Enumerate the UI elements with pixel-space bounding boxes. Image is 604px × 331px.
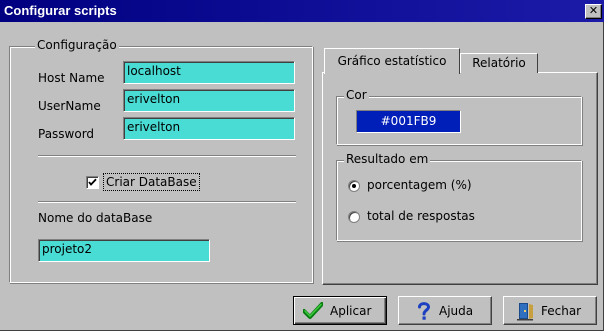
aplicar-label: Aplicar bbox=[330, 304, 372, 318]
configurar-scripts-dialog: Configurar scripts ✕ Configuração Host N… bbox=[0, 0, 604, 331]
radio-total-respostas[interactable]: total de respostas bbox=[348, 208, 508, 226]
radio-selected-dot bbox=[352, 184, 356, 188]
color-value: #001FB9 bbox=[380, 114, 437, 128]
fechar-button[interactable]: Fechar bbox=[503, 296, 597, 325]
window-title: Configurar scripts bbox=[4, 3, 117, 18]
radio-button[interactable] bbox=[348, 180, 360, 192]
tab-label: Gráfico estatístico bbox=[337, 54, 447, 68]
aplicar-button[interactable]: Aplicar bbox=[293, 296, 387, 325]
tab-grafico-estatistico[interactable]: Gráfico estatístico bbox=[324, 48, 460, 74]
radio-label: total de respostas bbox=[367, 209, 475, 223]
green-checkmark-icon bbox=[303, 302, 323, 319]
host-name-input[interactable]: localhost bbox=[123, 61, 295, 84]
fechar-label: Fechar bbox=[541, 304, 582, 318]
door-exit-icon bbox=[517, 303, 533, 321]
radio-label: porcentagem (%) bbox=[367, 178, 472, 192]
checkmark-icon bbox=[88, 178, 97, 186]
username-label: UserName bbox=[38, 99, 101, 113]
ajuda-button[interactable]: Ajuda bbox=[398, 296, 492, 325]
radio-button[interactable] bbox=[348, 211, 360, 223]
nome-database-label: Nome do dataBase bbox=[38, 211, 153, 225]
radio-porcentagem[interactable]: porcentagem (%) bbox=[348, 177, 508, 195]
resultado-group bbox=[336, 160, 582, 241]
question-mark-icon bbox=[418, 302, 431, 320]
host-name-label: Host Name bbox=[38, 71, 105, 85]
separator bbox=[38, 155, 296, 157]
title-bar[interactable]: Configurar scripts ✕ bbox=[0, 0, 604, 22]
tab-relatorio[interactable]: Relatório bbox=[460, 53, 538, 73]
close-window-button[interactable]: ✕ bbox=[585, 4, 602, 19]
username-input[interactable]: erivelton bbox=[123, 89, 295, 112]
configuracao-legend: Configuração bbox=[35, 38, 119, 52]
password-input[interactable]: erivelton bbox=[123, 117, 295, 140]
cor-legend: Cor bbox=[344, 88, 369, 102]
nome-database-input[interactable]: projeto2 bbox=[38, 239, 210, 262]
resultado-legend: Resultado em bbox=[344, 152, 431, 166]
criar-database-checkbox[interactable] bbox=[86, 176, 99, 189]
ajuda-label: Ajuda bbox=[439, 304, 474, 318]
criar-database-label[interactable]: Criar DataBase bbox=[103, 173, 200, 191]
tab-label: Relatório bbox=[472, 56, 526, 70]
separator bbox=[38, 201, 296, 203]
password-label: Password bbox=[38, 127, 95, 141]
color-swatch[interactable]: #001FB9 bbox=[356, 110, 461, 133]
close-icon: ✕ bbox=[588, 4, 599, 17]
